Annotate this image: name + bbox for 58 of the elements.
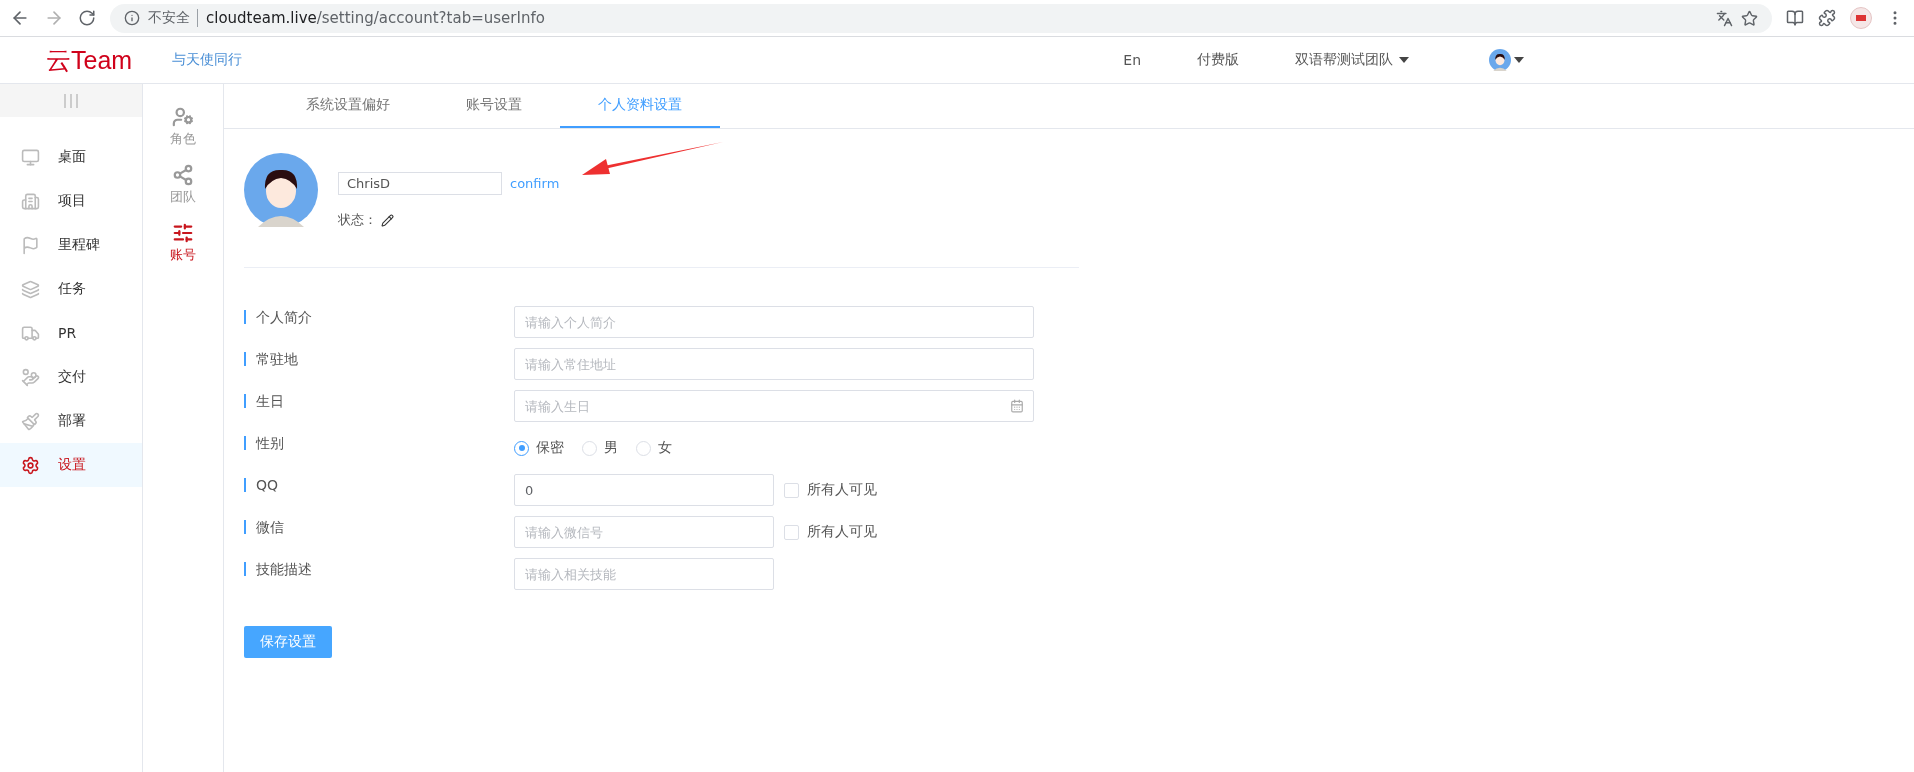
input-field[interactable]: 请输入生日 bbox=[514, 390, 1034, 422]
sidebar-item[interactable]: 项目 bbox=[0, 179, 142, 223]
input-field[interactable]: 请输入相关技能 bbox=[514, 558, 774, 590]
info-icon[interactable] bbox=[124, 10, 140, 26]
header-link[interactable]: 付费版 bbox=[1197, 51, 1239, 69]
sidebar-item[interactable]: 交付 bbox=[0, 355, 142, 399]
input-field[interactable]: 请输入微信号 bbox=[514, 516, 774, 548]
sidebar-item[interactable]: 桌面 bbox=[0, 135, 142, 179]
building-icon bbox=[21, 191, 40, 211]
reader-icon[interactable] bbox=[1786, 9, 1804, 27]
header-link[interactable]: En bbox=[1123, 52, 1141, 68]
flag-icon bbox=[21, 235, 40, 255]
radio-option[interactable]: 女 bbox=[636, 439, 672, 457]
sidebar-item[interactable]: 设置 bbox=[0, 443, 142, 487]
caret-icon[interactable] bbox=[1514, 57, 1524, 63]
star-icon[interactable] bbox=[1741, 9, 1758, 27]
team-dropdown[interactable]: 双语帮测试团队 bbox=[1295, 51, 1409, 69]
visibility-checkbox[interactable]: 所有人可见 bbox=[784, 474, 877, 506]
logo[interactable]: 云Team bbox=[46, 43, 133, 77]
field-label: 性别 bbox=[244, 436, 514, 450]
brush-icon bbox=[21, 411, 40, 431]
user-avatar bbox=[1489, 49, 1511, 71]
sidebar-item[interactable]: 任务 bbox=[0, 267, 142, 311]
radio-option[interactable]: 男 bbox=[582, 439, 618, 457]
layers-icon bbox=[21, 279, 40, 299]
address-bar[interactable]: 不安全 cloudteam.live/setting/account?tab=userInfo bbox=[110, 3, 1772, 33]
input-field[interactable]: 请输入常住地址 bbox=[514, 348, 1034, 380]
puzzle-icon[interactable] bbox=[1818, 9, 1836, 27]
radio-option[interactable]: 保密 bbox=[514, 439, 564, 457]
tab[interactable]: 账号设置 bbox=[428, 84, 560, 128]
checkbox-icon[interactable] bbox=[784, 524, 799, 540]
input-field[interactable]: 0 bbox=[514, 474, 774, 506]
hand-icon bbox=[21, 367, 40, 387]
sidebar-item[interactable]: 里程碑 bbox=[0, 223, 142, 267]
checkbox-icon[interactable] bbox=[784, 482, 799, 498]
subnav-item[interactable]: 账号 bbox=[170, 222, 196, 264]
sliders-icon bbox=[172, 222, 194, 244]
share-icon bbox=[172, 164, 194, 186]
extension-icon[interactable] bbox=[1850, 7, 1872, 29]
caret-icon bbox=[1399, 57, 1409, 63]
name-field[interactable]: ChrisD bbox=[338, 172, 502, 195]
status-label: 状态： bbox=[338, 211, 377, 229]
security-label: 不安全 bbox=[148, 9, 198, 27]
settings-icon bbox=[21, 455, 40, 475]
tab[interactable]: 系统设置偏好 bbox=[268, 84, 428, 128]
monitor-icon bbox=[21, 147, 40, 167]
truck-icon bbox=[21, 323, 40, 343]
input-field[interactable]: 请输入个人简介 bbox=[514, 306, 1034, 338]
grip-icon[interactable] bbox=[62, 93, 80, 108]
translate-icon[interactable] bbox=[1716, 9, 1733, 27]
pencil-icon[interactable] bbox=[381, 213, 394, 227]
sidebar-item[interactable]: 部署 bbox=[0, 399, 142, 443]
url-text: cloudteam.live/setting/account?tab=userInfo bbox=[206, 9, 545, 27]
visibility-checkbox[interactable]: 所有人可见 bbox=[784, 516, 877, 548]
user-gear-icon bbox=[172, 106, 194, 128]
reload-icon[interactable] bbox=[78, 9, 96, 27]
sidebar-item[interactable]: PR bbox=[0, 311, 142, 355]
slogan: 与天使同行 bbox=[172, 51, 243, 69]
